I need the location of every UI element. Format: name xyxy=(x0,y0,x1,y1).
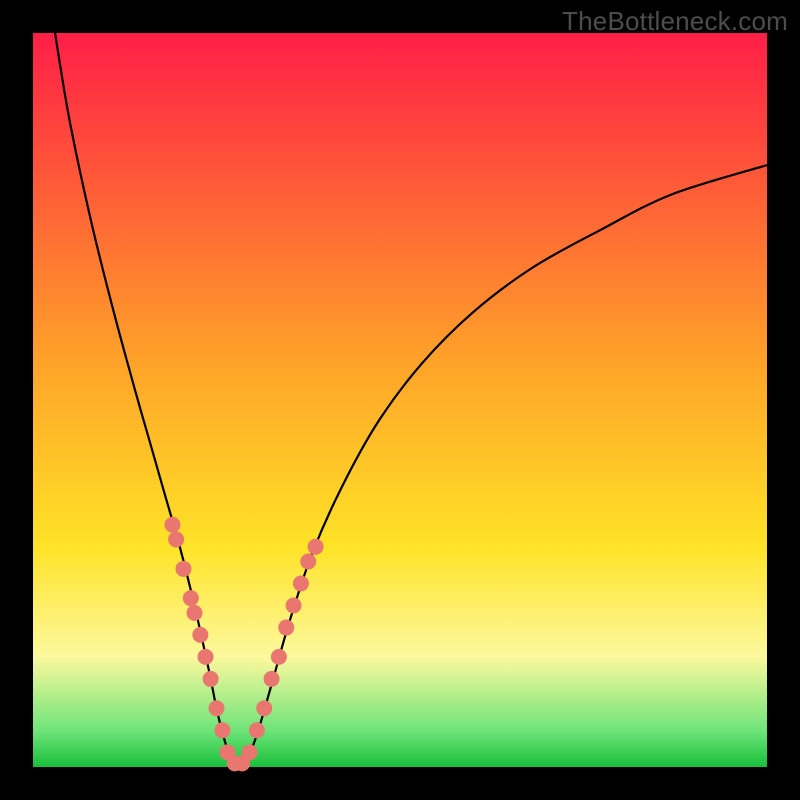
curve-right xyxy=(239,165,767,767)
data-point xyxy=(271,649,287,665)
data-point xyxy=(308,539,324,555)
data-point xyxy=(214,722,230,738)
data-point xyxy=(192,627,208,643)
data-point xyxy=(203,671,219,687)
data-point xyxy=(186,605,202,621)
outer-frame: TheBottleneck.com xyxy=(0,0,800,800)
data-point xyxy=(256,700,272,716)
data-point xyxy=(197,649,213,665)
watermark-text: TheBottleneck.com xyxy=(562,6,788,37)
data-point xyxy=(264,671,280,687)
plot-area xyxy=(33,33,767,767)
data-point xyxy=(209,700,225,716)
data-point xyxy=(168,531,184,547)
data-point xyxy=(278,620,294,636)
data-point xyxy=(300,553,316,569)
scatter-points xyxy=(164,517,323,772)
chart-svg xyxy=(33,33,767,767)
data-point xyxy=(249,722,265,738)
data-point xyxy=(175,561,191,577)
data-point xyxy=(286,598,302,614)
data-point xyxy=(183,590,199,606)
data-point xyxy=(293,576,309,592)
data-point xyxy=(242,744,258,760)
data-point xyxy=(164,517,180,533)
